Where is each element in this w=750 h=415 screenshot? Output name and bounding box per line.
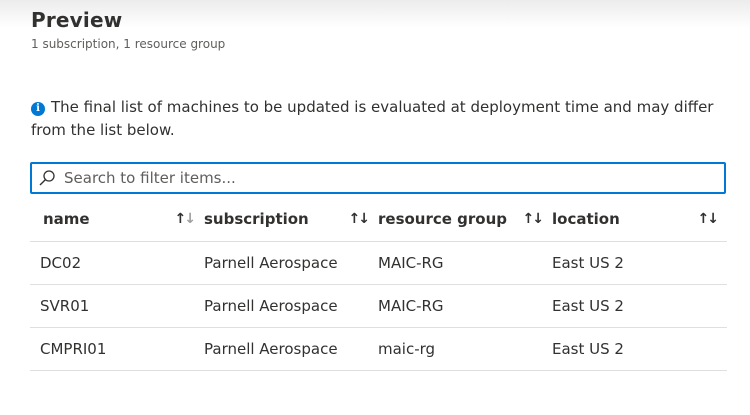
sort-icon[interactable]: ↑↓ [349,211,370,227]
column-header-location[interactable]: location ↑↓ [552,197,727,242]
cell-location: East US 2 [552,327,727,371]
cell-resource-group: MAIC-RG [378,284,552,328]
cell-name: SVR01 [30,284,204,328]
info-message: i The final list of machines to be update… [31,96,721,142]
cell-name: DC02 [30,241,204,285]
sort-icon[interactable]: ↑↓ [523,211,544,227]
cell-location: East US 2 [552,241,727,285]
cell-subscription: Parnell Aerospace [204,241,378,285]
search-box[interactable] [30,162,726,194]
table-row[interactable]: SVR01 Parnell Aerospace MAIC-RG East US … [30,284,727,328]
machines-table: name ↑↓ subscription ↑↓ resource group ↑… [30,197,727,371]
cell-resource-group: MAIC-RG [378,241,552,285]
info-icon: i [31,102,45,116]
sort-icon[interactable]: ↑↓ [698,211,719,227]
info-text: The final list of machines to be updated… [31,98,714,139]
column-header-name[interactable]: name ↑↓ [30,197,204,242]
cell-resource-group: maic-rg [378,327,552,371]
table-row[interactable]: DC02 Parnell Aerospace MAIC-RG East US 2 [30,241,727,285]
page-title: Preview [31,8,123,32]
column-header-label: resource group [378,210,508,228]
cell-name: CMPRI01 [30,327,204,371]
cell-subscription: Parnell Aerospace [204,327,378,371]
column-header-resource-group[interactable]: resource group ↑↓ [378,197,552,242]
search-input[interactable] [64,166,714,190]
sort-icon[interactable]: ↑↓ [175,211,196,227]
column-header-label: name [43,210,90,228]
page-subtitle: 1 subscription, 1 resource group [31,37,226,51]
search-icon [39,170,55,186]
column-header-label: subscription [204,210,309,228]
column-header-label: location [552,210,620,228]
cell-subscription: Parnell Aerospace [204,284,378,328]
column-header-subscription[interactable]: subscription ↑↓ [204,197,378,242]
table-header-row: name ↑↓ subscription ↑↓ resource group ↑… [30,197,727,242]
table-row[interactable]: CMPRI01 Parnell Aerospace maic-rg East U… [30,327,727,371]
cell-location: East US 2 [552,284,727,328]
